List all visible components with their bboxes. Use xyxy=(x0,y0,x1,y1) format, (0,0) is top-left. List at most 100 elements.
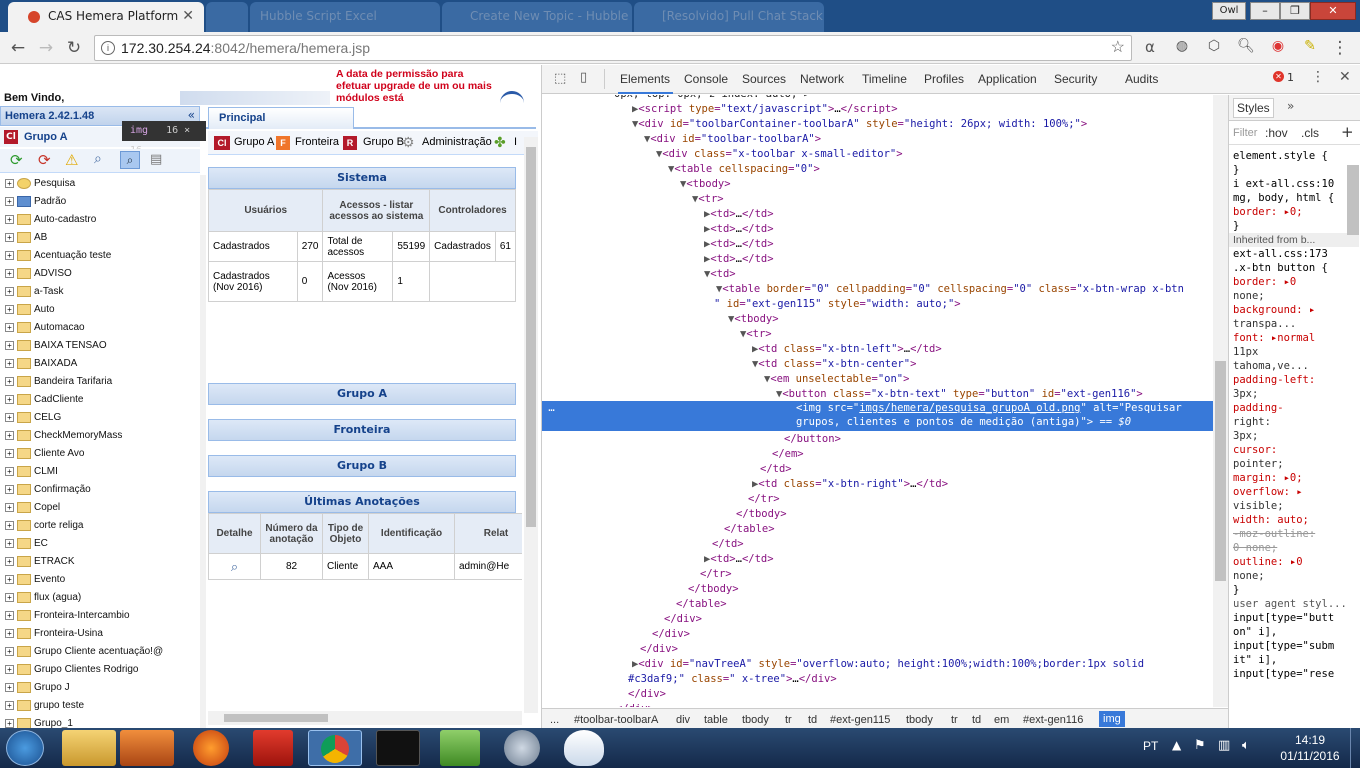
device-mode-icon[interactable]: ▯ xyxy=(580,70,587,85)
panel-grupo-b[interactable]: Grupo B xyxy=(208,455,516,477)
breadcrumb-item[interactable]: ... xyxy=(550,714,559,726)
dom-node[interactable]: ▶<td>…</td> xyxy=(704,237,774,252)
tree-search-icon[interactable]: ▤ xyxy=(150,152,162,167)
dom-node[interactable]: ▼<td> xyxy=(704,267,736,282)
minimize-button[interactable]: – xyxy=(1250,2,1280,20)
vscroll-thumb[interactable] xyxy=(526,147,536,527)
expand-icon[interactable]: + xyxy=(5,322,14,332)
expand-icon[interactable]: + xyxy=(5,214,14,224)
acrobat-icon[interactable] xyxy=(253,730,293,766)
dom-node[interactable]: ▼<table border="0" cellpadding="0" cells… xyxy=(716,282,1184,297)
tree-item[interactable]: + flux (agua) xyxy=(5,589,81,607)
devtools-tab-sources[interactable]: Sources xyxy=(742,72,786,86)
devtools-tab-application[interactable]: Application xyxy=(978,72,1037,86)
breadcrumb-item[interactable]: tr xyxy=(785,714,792,726)
action-center-icon[interactable]: ⚑ xyxy=(1194,738,1206,753)
dom-node[interactable]: ▼<tbody> xyxy=(728,312,779,327)
tree-item[interactable]: + ETRACK xyxy=(5,553,75,571)
expand-icon[interactable]: + xyxy=(5,592,14,602)
dom-node[interactable]: ▼<td class="x-btn-center"> xyxy=(752,357,916,372)
network-icon[interactable]: ▥ xyxy=(1218,738,1230,753)
app-icon[interactable] xyxy=(504,730,540,766)
notepadpp-icon[interactable] xyxy=(440,730,480,766)
cls-toggle[interactable]: .cls xyxy=(1301,126,1319,140)
tree-item[interactable]: + ADVISO xyxy=(5,265,72,283)
expand-icon[interactable]: + xyxy=(5,466,14,476)
expand-icon[interactable]: + xyxy=(5,304,14,314)
tree-item[interactable]: + BAIXADA xyxy=(5,355,77,373)
tree-item[interactable]: + Cliente Avo xyxy=(5,445,84,463)
tree-item[interactable]: + EC xyxy=(5,535,48,553)
hscroll-thumb[interactable] xyxy=(224,714,328,722)
menu-icon[interactable]: ⋮ xyxy=(1330,38,1350,58)
tree-item[interactable]: + Auto-cadastro xyxy=(5,211,96,229)
reload-red-icon[interactable]: ⟳ xyxy=(38,151,51,169)
breadcrumb-item[interactable]: table xyxy=(704,714,728,726)
expand-icon[interactable]: + xyxy=(5,610,14,620)
expand-icon[interactable]: + xyxy=(5,358,14,368)
maximize-button[interactable]: ❐ xyxy=(1280,2,1310,20)
expand-icon[interactable]: + xyxy=(5,574,14,584)
toolbar-grupo-b[interactable]: Grupo B xyxy=(363,136,404,148)
panel-grupo-a[interactable]: Grupo A xyxy=(208,383,516,405)
dom-scrollbar[interactable] xyxy=(1213,95,1228,707)
devtools-tab-audits[interactable]: Audits xyxy=(1125,72,1158,86)
tree-item[interactable]: + Copel xyxy=(5,499,60,517)
breadcrumb-item[interactable]: tbody xyxy=(742,714,769,726)
breadcrumb-item[interactable]: #ext-gen116 xyxy=(1023,714,1083,726)
tree-item[interactable]: + BAIXA TENSAO xyxy=(5,337,107,355)
devtools-tab-console[interactable]: Console xyxy=(684,72,728,86)
devtools-tab-profiles[interactable]: Profiles xyxy=(924,72,964,86)
back-icon[interactable]: ← xyxy=(8,38,28,58)
expand-icon[interactable]: + xyxy=(5,484,14,494)
language-indicator[interactable]: PT xyxy=(1143,739,1158,753)
tree-item[interactable]: + corte religa xyxy=(5,517,83,535)
dom-node[interactable]: ▶<td class="x-btn-right">…</td> xyxy=(752,477,948,492)
expand-icon[interactable]: + xyxy=(5,376,14,386)
show-hidden-icon[interactable]: ▲ xyxy=(1172,738,1181,752)
dom-node[interactable]: ▼<div id="toolbar-toolbarA"> xyxy=(644,132,821,147)
devtools-menu-icon[interactable]: ⋮ xyxy=(1311,69,1325,85)
forward-icon[interactable]: → xyxy=(36,38,56,58)
dom-node[interactable]: ▶<td class="x-btn-left">…</td> xyxy=(752,342,942,357)
panel-fronteira[interactable]: Fronteira xyxy=(208,419,516,441)
tree-item[interactable]: + Auto xyxy=(5,301,55,319)
tree-scrollbar[interactable] xyxy=(200,175,206,728)
expand-icon[interactable]: + xyxy=(5,178,14,188)
tree-item[interactable]: + grupo teste xyxy=(5,697,84,715)
expand-icon[interactable]: + xyxy=(5,700,14,710)
reload-icon[interactable]: ↻ xyxy=(64,38,84,58)
dom-node[interactable]: ▼<table cellspacing="0"> xyxy=(668,162,820,177)
extension-alpha-icon[interactable]: α xyxy=(1140,38,1160,56)
tree-item[interactable]: + Evento xyxy=(5,571,65,589)
close-window-button[interactable]: ✕ xyxy=(1310,2,1356,20)
tree-item[interactable]: + Fronteira-Usina xyxy=(5,625,103,643)
clock-time[interactable]: 14:19 xyxy=(1290,733,1330,747)
tree-item[interactable]: + AB xyxy=(5,229,47,247)
address-bar[interactable]: i 172.30.254.24:8042/hemera/hemera.jsp ☆ xyxy=(94,35,1132,61)
expand-icon[interactable]: + xyxy=(5,664,14,674)
tree-item[interactable]: + Grupo J xyxy=(5,679,70,697)
tree-item[interactable]: + Automacao xyxy=(5,319,85,337)
dom-node[interactable]: ▶<td>…</td> xyxy=(704,552,774,567)
browser-tab[interactable]: Create New Topic - Hubble xyxy=(442,2,632,32)
breadcrumb-item[interactable]: #toolbar-toolbarA xyxy=(574,714,658,726)
close-tab-icon[interactable]: ✕ xyxy=(182,2,194,30)
expand-icon[interactable]: + xyxy=(5,556,14,566)
tree-item[interactable]: + Confirmação xyxy=(5,481,91,499)
breadcrumb-item[interactable]: #ext-gen115 xyxy=(830,714,890,726)
error-icon[interactable]: ✕ xyxy=(1273,71,1284,82)
tree-item[interactable]: + Grupo Cliente acentuação!@ xyxy=(5,643,163,661)
devtools-tab-elements[interactable]: Elements xyxy=(620,72,670,86)
inspect-element-icon[interactable]: ⬚ xyxy=(554,71,566,86)
tree-item[interactable]: + CadCliente xyxy=(5,391,83,409)
devtools-tab-network[interactable]: Network xyxy=(800,72,844,86)
filter-input[interactable]: Filter xyxy=(1233,127,1257,139)
expand-icon[interactable]: + xyxy=(5,232,14,242)
expand-icon[interactable]: + xyxy=(5,502,14,512)
breadcrumb-item[interactable]: td xyxy=(808,714,817,726)
more-tabs-icon[interactable]: » xyxy=(1287,99,1294,113)
tree-item[interactable]: + a-Task xyxy=(5,283,63,301)
bookmark-star-icon[interactable]: ☆ xyxy=(1111,36,1125,60)
start-button[interactable] xyxy=(6,730,44,766)
